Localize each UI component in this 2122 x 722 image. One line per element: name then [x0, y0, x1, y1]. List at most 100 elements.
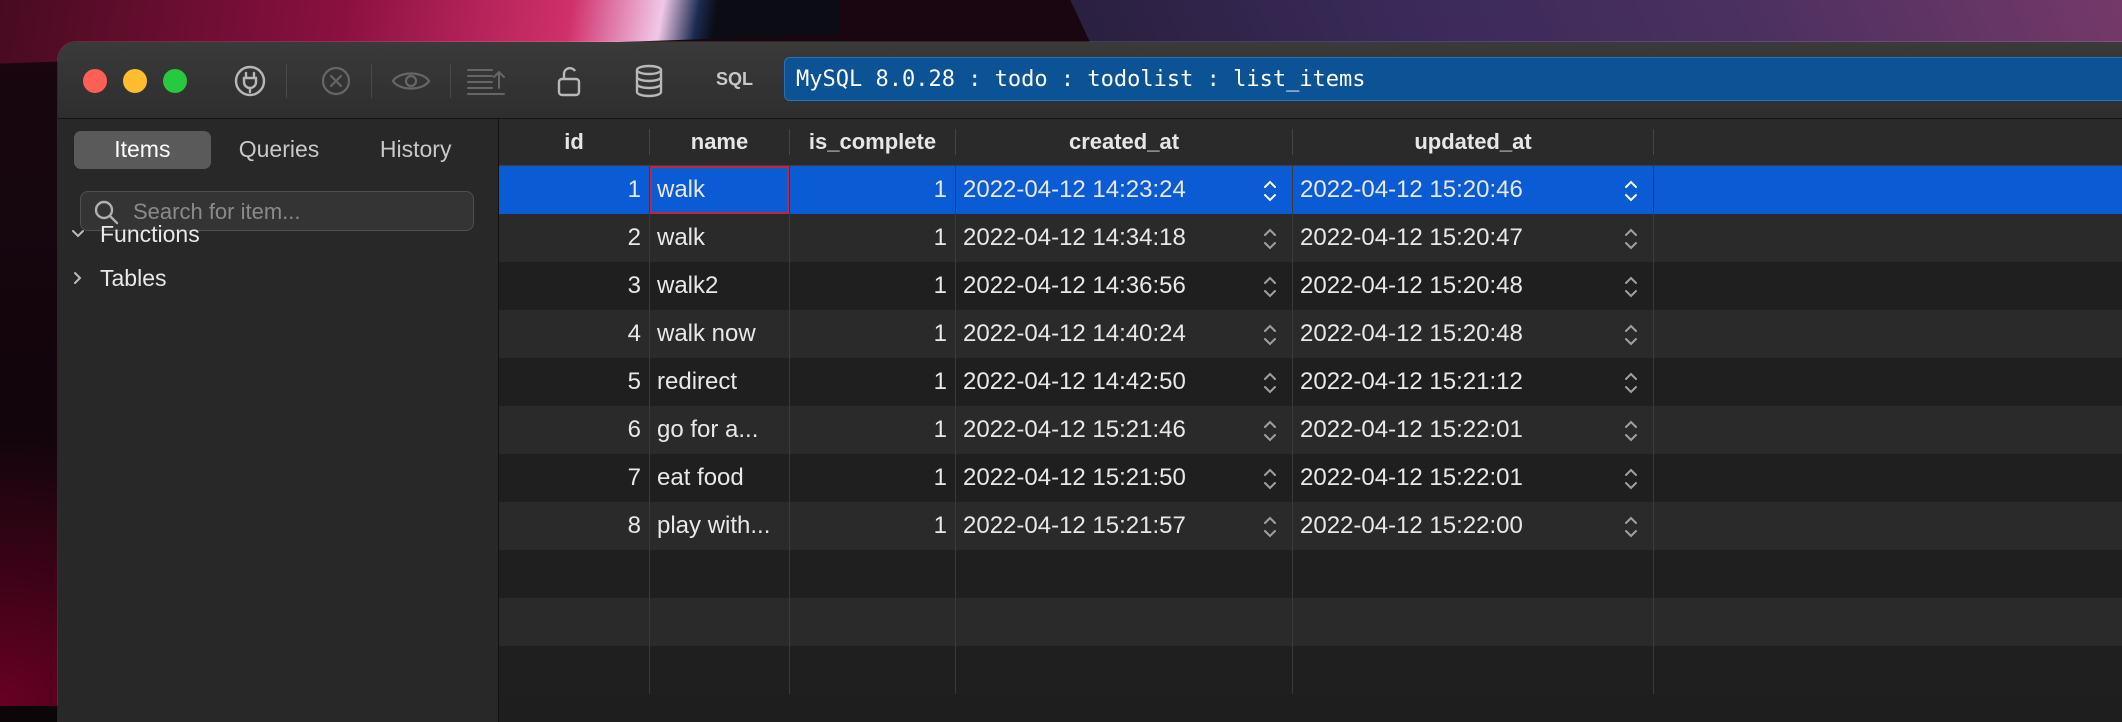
column-header-is-complete[interactable]: is_complete	[790, 119, 955, 165]
column-header-created-at[interactable]: created_at	[956, 119, 1292, 165]
sidebar-item-label: Tables	[100, 264, 167, 291]
toolbar: SQL MySQL 8.0.28 : todo : todolist : lis…	[58, 42, 2122, 119]
window-maximize-button[interactable]	[163, 69, 187, 93]
column-divider	[1292, 166, 1293, 694]
date-stepper-icon[interactable]	[1623, 466, 1639, 492]
cell-id[interactable]: 6	[499, 406, 649, 454]
date-stepper-icon[interactable]	[1623, 322, 1639, 348]
grid-header: id name is_complete created_at updated_a…	[499, 119, 2122, 166]
cell-is-complete[interactable]: 1	[790, 454, 955, 502]
sidebar: Items Queries History Functions Tables	[58, 119, 499, 722]
cell-is-complete[interactable]: 1	[790, 406, 955, 454]
data-grid: id name is_complete created_at updated_a…	[499, 119, 2122, 722]
table-row[interactable]: 1 walk 1 2022-04-12 14:23:24 2022-04-12 15:2…	[499, 166, 2122, 214]
window-minimize-button[interactable]	[123, 69, 147, 93]
table-row[interactable]: 2 walk 1 2022-04-12 14:34:18 2022-04-12 15:2…	[499, 214, 2122, 262]
cell-is-complete[interactable]: 1	[790, 166, 955, 214]
cell-is-complete[interactable]: 1	[790, 502, 955, 550]
column-header-name[interactable]: name	[650, 119, 789, 165]
table-row[interactable]: 4 walk now 1 2022-04-12 14:40:24 2022-04-12 …	[499, 310, 2122, 358]
sidebar-item-tables[interactable]: Tables	[66, 261, 166, 295]
unlock-icon[interactable]	[552, 62, 586, 100]
cell-created-at[interactable]: 2022-04-12 15:21:57	[956, 502, 1256, 550]
table-row[interactable]: 7 eat food 1 2022-04-12 15:21:50 2022-04-12 …	[499, 454, 2122, 502]
toolbar-separator	[450, 64, 451, 98]
sidebar-item-functions[interactable]: Functions	[66, 217, 200, 251]
cell-updated-at[interactable]: 2022-04-12 15:20:48	[1293, 262, 1617, 310]
date-stepper-icon[interactable]	[1623, 178, 1639, 204]
date-stepper-icon[interactable]	[1262, 514, 1278, 540]
cell-name[interactable]: walk now	[650, 310, 789, 358]
cell-updated-at[interactable]: 2022-04-12 15:22:01	[1293, 406, 1617, 454]
preview-eye-icon[interactable]	[388, 62, 434, 100]
cell-id[interactable]: 4	[499, 310, 649, 358]
cell-updated-at[interactable]: 2022-04-12 15:22:01	[1293, 454, 1617, 502]
table-row[interactable]: 6 go for a... 1 2022-04-12 15:21:46 2022-04-…	[499, 406, 2122, 454]
column-header-id[interactable]: id	[499, 119, 649, 165]
table-row	[499, 598, 2122, 646]
table-row[interactable]: 5 redirect 1 2022-04-12 14:42:50 2022-04-12 …	[499, 358, 2122, 406]
date-stepper-icon[interactable]	[1262, 322, 1278, 348]
tab-items[interactable]: Items	[74, 131, 211, 169]
date-stepper-icon[interactable]	[1262, 274, 1278, 300]
cell-updated-at[interactable]: 2022-04-12 15:21:12	[1293, 358, 1617, 406]
cell-name[interactable]: walk	[650, 214, 789, 262]
cell-updated-at[interactable]: 2022-04-12 15:22:00	[1293, 502, 1617, 550]
date-stepper-icon[interactable]	[1623, 418, 1639, 444]
cell-created-at[interactable]: 2022-04-12 14:42:50	[956, 358, 1256, 406]
date-stepper-icon[interactable]	[1623, 226, 1639, 252]
connection-info-bar: MySQL 8.0.28 : todo : todolist : list_it…	[784, 57, 2122, 101]
table-row	[499, 646, 2122, 694]
cell-id[interactable]: 1	[499, 166, 649, 214]
cell-name[interactable]: eat food	[650, 454, 789, 502]
table-row[interactable]: 3 walk2 1 2022-04-12 14:36:56 2022-04-12 15:…	[499, 262, 2122, 310]
cell-created-at[interactable]: 2022-04-12 15:21:46	[956, 406, 1256, 454]
column-divider	[1653, 166, 1654, 694]
toolbar-separator	[371, 64, 372, 98]
cell-created-at[interactable]: 2022-04-12 14:34:18	[956, 214, 1256, 262]
date-stepper-icon[interactable]	[1623, 274, 1639, 300]
cell-id[interactable]: 3	[499, 262, 649, 310]
cell-id[interactable]: 7	[499, 454, 649, 502]
window-close-button[interactable]	[83, 69, 107, 93]
cell-created-at[interactable]: 2022-04-12 14:23:24	[956, 166, 1256, 214]
date-stepper-icon[interactable]	[1262, 418, 1278, 444]
cell-id[interactable]: 2	[499, 214, 649, 262]
database-icon[interactable]	[632, 62, 666, 100]
cell-updated-at[interactable]: 2022-04-12 15:20:47	[1293, 214, 1617, 262]
date-stepper-icon[interactable]	[1262, 226, 1278, 252]
toolbar-separator	[286, 64, 287, 98]
cell-is-complete[interactable]: 1	[790, 358, 955, 406]
cell-name[interactable]: walk2	[650, 262, 789, 310]
column-header-updated-at[interactable]: updated_at	[1293, 119, 1653, 165]
format-query-icon[interactable]	[464, 62, 508, 100]
tab-queries[interactable]: Queries	[211, 131, 348, 169]
cell-name[interactable]: redirect	[650, 358, 789, 406]
cell-is-complete[interactable]: 1	[790, 310, 955, 358]
cell-name[interactable]: play with...	[650, 502, 789, 550]
cell-updated-at[interactable]: 2022-04-12 15:20:46	[1293, 166, 1617, 214]
cell-name[interactable]: walk	[650, 166, 789, 214]
cell-created-at[interactable]: 2022-04-12 14:36:56	[956, 262, 1256, 310]
cell-id[interactable]: 8	[499, 502, 649, 550]
connection-plug-icon[interactable]	[230, 62, 270, 100]
column-divider	[955, 166, 956, 694]
cell-created-at[interactable]: 2022-04-12 14:40:24	[956, 310, 1256, 358]
cell-id[interactable]: 5	[499, 358, 649, 406]
connection-info-text: MySQL 8.0.28 : todo : todolist : list_it…	[796, 67, 1366, 92]
stop-query-icon[interactable]	[316, 62, 356, 100]
cell-is-complete[interactable]: 1	[790, 262, 955, 310]
date-stepper-icon[interactable]	[1262, 178, 1278, 204]
cell-created-at[interactable]: 2022-04-12 15:21:50	[956, 454, 1256, 502]
date-stepper-icon[interactable]	[1262, 370, 1278, 396]
cell-is-complete[interactable]: 1	[790, 214, 955, 262]
column-divider[interactable]	[1653, 129, 1654, 155]
tab-history[interactable]: History	[347, 131, 484, 169]
cell-name[interactable]: go for a...	[650, 406, 789, 454]
date-stepper-icon[interactable]	[1623, 370, 1639, 396]
date-stepper-icon[interactable]	[1262, 466, 1278, 492]
cell-updated-at[interactable]: 2022-04-12 15:20:48	[1293, 310, 1617, 358]
table-row[interactable]: 8 play with... 1 2022-04-12 15:21:57 2022-04…	[499, 502, 2122, 550]
date-stepper-icon[interactable]	[1623, 514, 1639, 540]
sql-editor-button[interactable]: SQL	[716, 69, 753, 90]
